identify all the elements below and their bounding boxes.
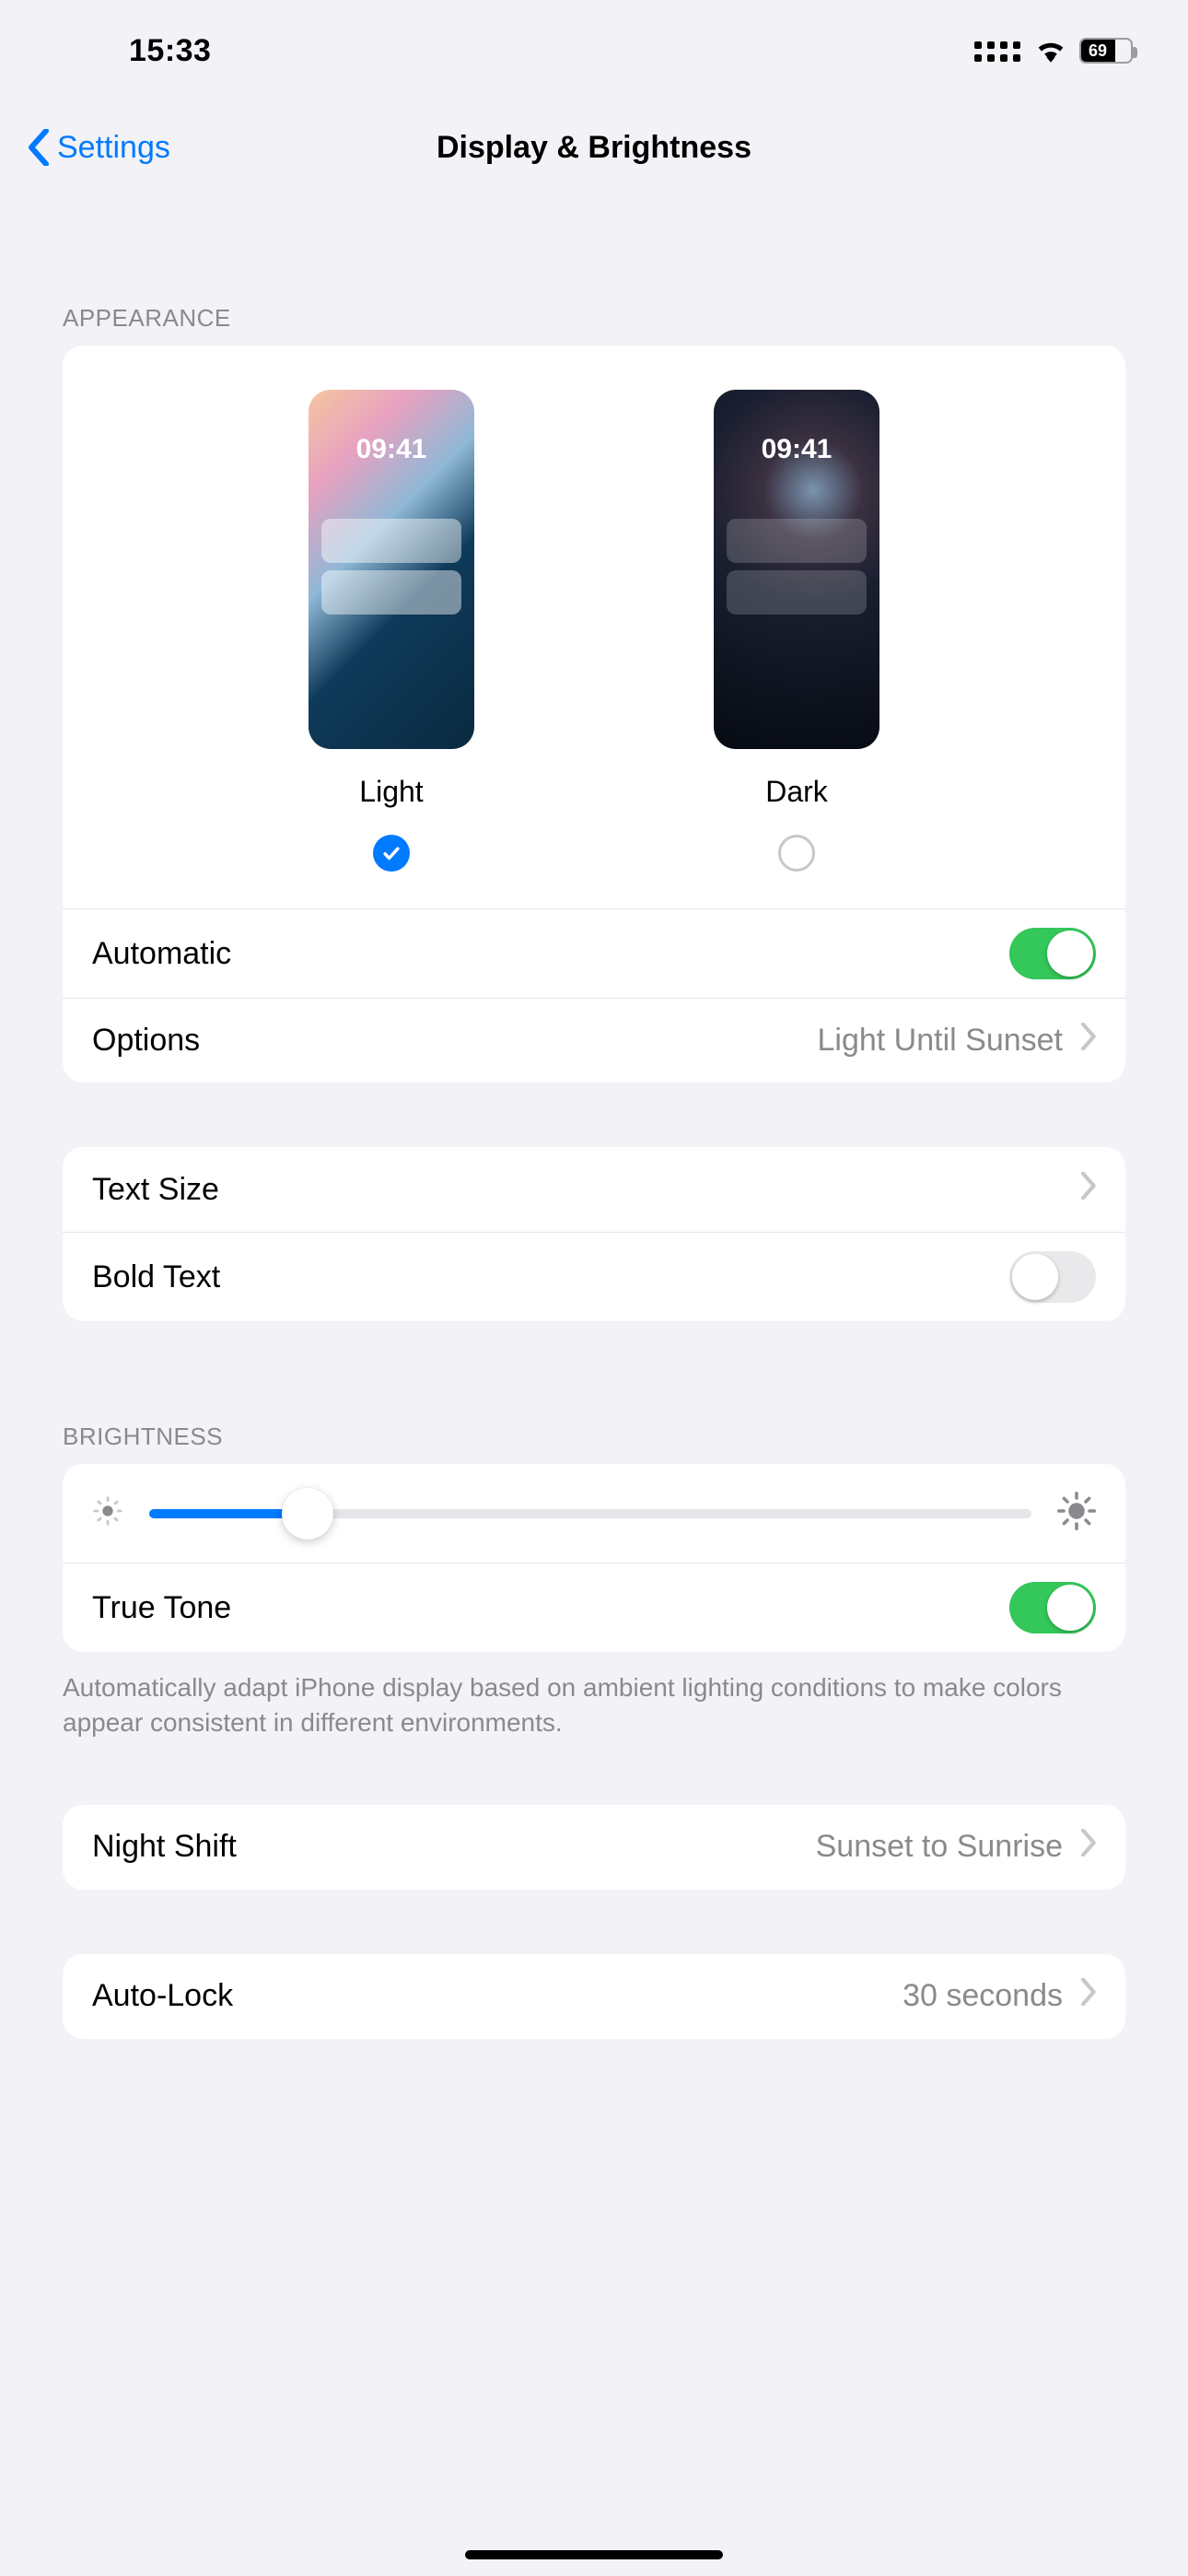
chevron-right-icon (1079, 1023, 1096, 1059)
chevron-right-icon (1079, 1172, 1096, 1208)
dark-radio[interactable] (778, 835, 815, 872)
light-radio[interactable] (373, 835, 410, 872)
wifi-icon (1035, 39, 1066, 63)
options-value: Light Until Sunset (818, 1023, 1064, 1059)
options-label: Options (92, 1023, 200, 1059)
auto-lock-value: 30 seconds (903, 1978, 1063, 2014)
bold-text-row: Bold Text (63, 1232, 1125, 1321)
auto-lock-row[interactable]: Auto-Lock 30 seconds (63, 1954, 1125, 2039)
preview-time: 09:41 (309, 434, 474, 465)
bold-text-switch[interactable] (1009, 1251, 1096, 1303)
back-button[interactable]: Settings (0, 129, 170, 166)
appearance-option-light[interactable]: 09:41 Light (309, 390, 474, 872)
battery-icon: 69 (1079, 38, 1133, 64)
status-indicators: 69 (974, 38, 1133, 64)
section-header-brightness: BRIGHTNESS (0, 1423, 1188, 1464)
night-shift-row[interactable]: Night Shift Sunset to Sunrise (63, 1805, 1125, 1890)
chevron-right-icon (1079, 1978, 1096, 2014)
status-time: 15:33 (129, 33, 211, 69)
text-size-row[interactable]: Text Size (63, 1147, 1125, 1232)
sun-max-icon (1057, 1492, 1096, 1535)
back-label: Settings (57, 130, 170, 166)
true-tone-footer: Automatically adapt iPhone display based… (0, 1652, 1188, 1740)
chevron-left-icon (28, 129, 50, 166)
status-bar: 15:33 69 (0, 0, 1188, 101)
automatic-switch[interactable] (1009, 928, 1096, 979)
battery-percent: 69 (1081, 41, 1107, 61)
sun-min-icon (92, 1495, 123, 1531)
auto-lock-label: Auto-Lock (92, 1978, 233, 2014)
slider-thumb[interactable] (282, 1488, 333, 1540)
brightness-slider-row (63, 1464, 1125, 1563)
cellular-signal-icon (974, 40, 1022, 62)
brightness-slider[interactable] (149, 1509, 1031, 1518)
text-group: Text Size Bold Text (63, 1147, 1125, 1321)
appearance-option-dark[interactable]: 09:41 Dark (714, 390, 879, 872)
preview-time: 09:41 (714, 434, 879, 465)
bold-text-label: Bold Text (92, 1259, 220, 1295)
true-tone-switch[interactable] (1009, 1582, 1096, 1633)
true-tone-label: True Tone (92, 1590, 231, 1626)
nav-header: Settings Display & Brightness (0, 101, 1188, 193)
auto-lock-group: Auto-Lock 30 seconds (63, 1954, 1125, 2039)
night-shift-group: Night Shift Sunset to Sunrise (63, 1805, 1125, 1890)
light-preview: 09:41 (309, 390, 474, 749)
options-row[interactable]: Options Light Until Sunset (63, 998, 1125, 1083)
home-indicator (465, 2550, 723, 2559)
night-shift-value: Sunset to Sunrise (816, 1829, 1063, 1865)
dark-label: Dark (765, 775, 828, 809)
chevron-right-icon (1079, 1829, 1096, 1865)
dark-preview: 09:41 (714, 390, 879, 749)
section-header-appearance: APPEARANCE (0, 304, 1188, 345)
brightness-group: True Tone (63, 1464, 1125, 1652)
true-tone-row: True Tone (63, 1563, 1125, 1652)
page-title: Display & Brightness (0, 130, 1188, 166)
appearance-group: 09:41 Light 09:41 Dark Automatic Options… (63, 345, 1125, 1083)
light-label: Light (359, 775, 423, 809)
appearance-picker: 09:41 Light 09:41 Dark (63, 345, 1125, 908)
automatic-label: Automatic (92, 936, 231, 972)
automatic-row: Automatic (63, 908, 1125, 998)
text-size-label: Text Size (92, 1172, 219, 1208)
night-shift-label: Night Shift (92, 1829, 237, 1865)
